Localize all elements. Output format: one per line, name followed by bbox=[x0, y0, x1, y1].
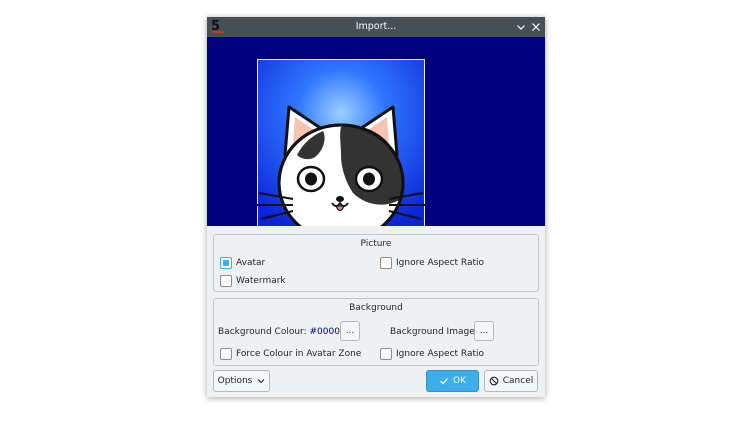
background-colour-row: Background Colour: #00007e bbox=[218, 327, 351, 337]
force-colour-checkbox[interactable]: Force Colour in Avatar Zone bbox=[220, 347, 361, 361]
picture-group: Picture Avatar Watermark Ignore Aspect R… bbox=[213, 234, 539, 292]
cancel-button[interactable]: Cancel bbox=[484, 370, 538, 392]
import-dialog: 5 Import... Picture Avatar Watermark Ign… bbox=[207, 17, 545, 397]
background-colour-label: Background Colour: bbox=[218, 327, 307, 337]
background-ignore-aspect-box[interactable] bbox=[380, 348, 392, 360]
avatar-checkbox[interactable]: Avatar bbox=[220, 256, 265, 270]
force-colour-box[interactable] bbox=[220, 348, 232, 360]
background-ignore-aspect-label: Ignore Aspect Ratio bbox=[396, 349, 485, 359]
background-ignore-aspect-checkbox[interactable]: Ignore Aspect Ratio bbox=[380, 347, 484, 361]
chevron-down-icon bbox=[257, 379, 265, 384]
picture-ignore-aspect-checkbox[interactable]: Ignore Aspect Ratio bbox=[380, 256, 484, 270]
window-title: Import... bbox=[355, 21, 397, 32]
title-bar[interactable]: 5 Import... bbox=[207, 17, 545, 37]
watermark-label: Watermark bbox=[236, 276, 286, 286]
ok-button[interactable]: OK bbox=[426, 370, 479, 392]
close-icon[interactable] bbox=[529, 20, 543, 34]
minimize-chevron-icon[interactable] bbox=[514, 20, 528, 34]
force-colour-label: Force Colour in Avatar Zone bbox=[236, 349, 362, 359]
cat-avatar-image bbox=[257, 59, 425, 226]
watermark-checkbox[interactable]: Watermark bbox=[220, 274, 286, 288]
avatar-checkbox-box[interactable] bbox=[220, 257, 232, 269]
cancel-label: Cancel bbox=[502, 376, 534, 386]
options-label: Options bbox=[217, 376, 253, 386]
cancel-circle-icon bbox=[489, 376, 499, 386]
avatar-label: Avatar bbox=[236, 258, 266, 268]
avatar-preview bbox=[207, 37, 545, 226]
background-colour-button[interactable]: ... bbox=[340, 321, 360, 341]
background-heading: Background bbox=[349, 303, 403, 313]
background-image-button[interactable]: ... bbox=[474, 321, 494, 341]
ok-label: OK bbox=[453, 376, 466, 386]
background-image-label: Background Image: bbox=[390, 327, 478, 337]
watermark-checkbox-box[interactable] bbox=[220, 275, 232, 287]
background-group: Background Background Colour: #00007e ..… bbox=[213, 298, 539, 366]
options-button[interactable]: Options bbox=[213, 370, 270, 392]
picture-ignore-aspect-box[interactable] bbox=[380, 257, 392, 269]
checkmark-icon bbox=[440, 378, 448, 385]
picture-heading: Picture bbox=[360, 239, 392, 249]
picture-ignore-aspect-label: Ignore Aspect Ratio bbox=[396, 258, 485, 268]
